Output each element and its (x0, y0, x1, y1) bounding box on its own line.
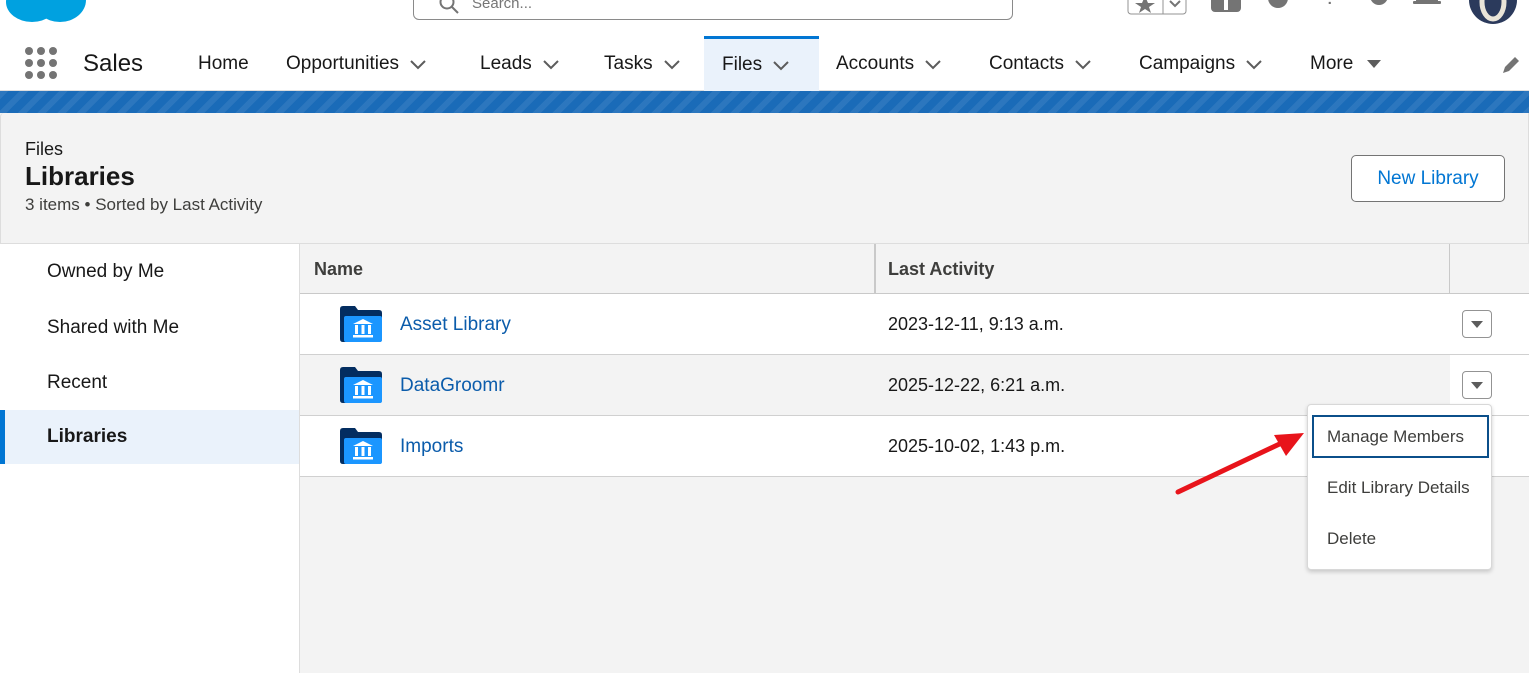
global-header: ? (0, 0, 1529, 36)
nav-item-label: Campaigns (1139, 52, 1236, 74)
nav-item-label: Leads (480, 52, 532, 74)
caret-down-icon (1471, 382, 1483, 389)
library-name-link[interactable]: DataGroomr (400, 375, 505, 397)
row-actions-button[interactable] (1462, 371, 1492, 399)
global-search[interactable] (413, 0, 1013, 20)
nav-item-files[interactable]: Files (704, 36, 819, 91)
search-icon (439, 0, 459, 14)
files-sidebar: Owned by Me Shared with Me Recent Librar… (0, 243, 300, 673)
nav-item-contacts[interactable]: Contacts (973, 36, 1092, 91)
nav-item-opportunities[interactable]: Opportunities (270, 36, 427, 91)
sidebar-item-label: Owned by Me (47, 261, 165, 282)
page-header: Files Libraries 3 items • Sorted by Last… (0, 113, 1529, 243)
search-input[interactable] (472, 0, 992, 15)
sidebar-item-libraries[interactable]: Libraries (0, 410, 299, 464)
column-header-last-activity[interactable]: Last Activity (874, 244, 1449, 294)
new-library-button[interactable]: New Library (1351, 155, 1505, 202)
new-item-icon[interactable] (1210, 0, 1242, 14)
settings-gear-icon[interactable] (1364, 0, 1394, 14)
app-navigation-bar: Sales Home Opportunities Leads Tasks Fil… (0, 36, 1529, 91)
row-actions-dropdown: Manage Members Edit Library Details Dele… (1307, 404, 1492, 570)
chevron-down-icon[interactable] (1074, 55, 1092, 73)
menu-item-delete[interactable]: Delete (1312, 517, 1489, 560)
nav-item-label: Tasks (604, 52, 653, 74)
last-activity-cell: 2023-12-11, 9:13 a.m. (888, 314, 1064, 334)
sidebar-item-recent[interactable]: Recent (0, 356, 299, 410)
chevron-down-icon[interactable] (663, 55, 681, 73)
column-header-name[interactable]: Name (300, 244, 874, 294)
caret-down-icon (1471, 321, 1483, 328)
list-meta-info: 3 items • Sorted by Last Activity (25, 195, 263, 214)
menu-item-manage-members[interactable]: Manage Members (1312, 415, 1489, 458)
library-name-link[interactable]: Asset Library (400, 314, 511, 336)
row-actions-button[interactable] (1462, 310, 1492, 338)
sidebar-item-label: Libraries (47, 426, 128, 447)
chevron-down-icon[interactable] (1245, 55, 1263, 73)
chevron-down-icon[interactable] (409, 55, 427, 73)
column-divider (1449, 244, 1450, 294)
nav-item-label: Contacts (989, 52, 1064, 74)
chevron-down-icon[interactable] (542, 55, 560, 73)
nav-item-label: Files (722, 54, 763, 75)
page-title: Libraries (25, 161, 135, 191)
nav-item-label: Accounts (836, 52, 915, 74)
nav-item-home[interactable]: Home (182, 36, 268, 91)
library-folder-icon (340, 428, 382, 464)
sidebar-item-owned-by-me[interactable]: Owned by Me (0, 245, 299, 299)
chevron-down-icon[interactable] (924, 55, 942, 73)
guidance-center-icon[interactable] (1262, 0, 1294, 14)
nav-item-label: More (1310, 52, 1354, 74)
user-avatar-icon[interactable] (1465, 0, 1521, 26)
app-launcher-icon[interactable] (24, 46, 58, 80)
sidebar-item-shared-with-me[interactable]: Shared with Me (0, 301, 299, 355)
decorative-banner (0, 91, 1529, 113)
table-row: Asset Library 2023-12-11, 9:13 a.m. (300, 294, 1529, 355)
library-folder-icon (340, 306, 382, 342)
salesforce-logo-icon[interactable] (2, 0, 92, 28)
object-label: Files (25, 139, 64, 159)
nav-item-campaigns[interactable]: Campaigns (1123, 36, 1263, 91)
nav-item-accounts[interactable]: Accounts (820, 36, 942, 91)
table-header: Name Last Activity (300, 244, 1529, 294)
help-icon[interactable]: ? (1318, 0, 1342, 14)
nav-item-more[interactable]: More (1294, 36, 1383, 91)
caret-down-icon[interactable] (1365, 55, 1383, 73)
sidebar-item-label: Recent (47, 372, 108, 393)
menu-item-edit-library-details[interactable]: Edit Library Details (1312, 466, 1489, 509)
library-name-link[interactable]: Imports (400, 436, 463, 458)
nav-item-leads[interactable]: Leads (464, 36, 560, 91)
library-folder-icon (340, 367, 382, 403)
last-activity-cell: 2025-12-22, 6:21 a.m. (888, 375, 1066, 395)
app-name: Sales (83, 50, 144, 77)
nav-item-label: Home (198, 52, 249, 74)
svg-text:?: ? (1324, 0, 1336, 9)
nav-item-tasks[interactable]: Tasks (588, 36, 681, 91)
notifications-bell-icon[interactable] (1410, 0, 1444, 14)
chevron-down-icon[interactable] (772, 56, 790, 74)
favorites-icon[interactable] (1127, 0, 1187, 16)
last-activity-cell: 2025-10-02, 1:43 p.m. (888, 436, 1066, 456)
sidebar-item-label: Shared with Me (47, 317, 180, 338)
nav-item-label: Opportunities (286, 52, 400, 74)
edit-nav-pencil-icon[interactable] (1500, 54, 1522, 76)
